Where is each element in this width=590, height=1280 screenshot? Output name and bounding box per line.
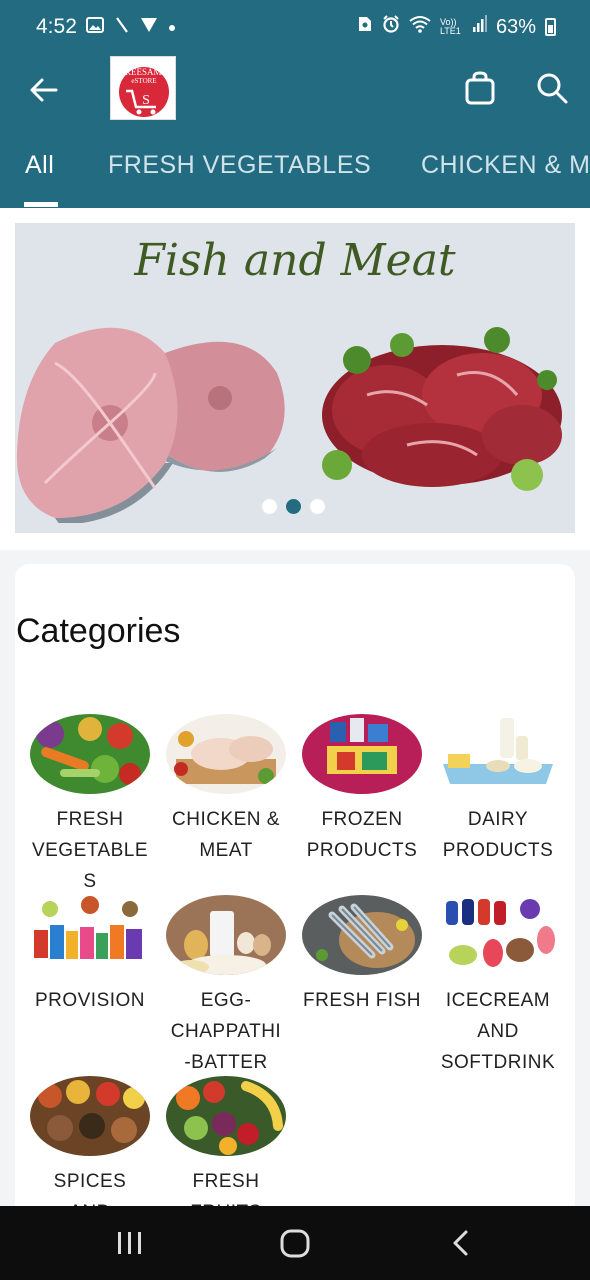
category-label-line: -BATTER (184, 1052, 268, 1073)
category-label: ICECREAM AND SOFTDRINK (430, 985, 566, 1078)
category-label-line: PRODUCTS (306, 840, 418, 861)
battery-percent: 63% (495, 15, 536, 38)
battery-icon (545, 18, 556, 36)
shopping-bag-icon (465, 71, 495, 105)
signal-icon (472, 15, 487, 39)
status-left-icons (86, 16, 176, 39)
fruits-icon (166, 1076, 286, 1156)
spices-icon (30, 1076, 150, 1156)
search-icon (537, 73, 568, 104)
banner-section: Fish and Meat (0, 208, 590, 550)
category-label-line: CHAPPATHI (170, 1021, 282, 1042)
category-label: CHICKEN & MEAT (158, 804, 294, 866)
tab-indicator (24, 202, 58, 207)
home-button[interactable] (273, 1228, 317, 1260)
category-label: PROVISION (22, 985, 158, 1016)
category-label-line: FROZEN (321, 809, 403, 830)
category-fresh-vegetables[interactable]: FRESH VEGETABLE S (22, 714, 158, 897)
category-label-line: AND (477, 1021, 519, 1042)
category-label-line: PROVISION (34, 990, 146, 1011)
category-label-line: SOFTDRINK (440, 1052, 556, 1073)
category-label: EGG- CHAPPATHI -BATTER (158, 985, 294, 1078)
carousel-dot-3[interactable] (310, 499, 325, 514)
slash-icon (114, 16, 130, 39)
cart-button[interactable] (463, 70, 497, 106)
carousel-dots (262, 499, 325, 514)
dairy-icon (438, 714, 558, 794)
carousel-dot-1[interactable] (262, 499, 277, 514)
network-label: Vo)) LTE1 (439, 17, 461, 36)
store-logo[interactable]: SREESAMA eSTORE S (110, 56, 176, 120)
logo-line-1: SREESAMA (119, 67, 168, 77)
arrow-left-icon (30, 78, 58, 102)
recents-icon (118, 1232, 141, 1254)
sim-icon (357, 15, 373, 39)
tab-chicken-meat[interactable]: CHICKEN & M (421, 151, 590, 180)
system-back-button[interactable] (438, 1228, 482, 1260)
status-bar: 4:52 Vo)) LTE1 63% (0, 0, 590, 56)
banner-title: Fish and Meat (134, 235, 456, 286)
home-icon (280, 1229, 310, 1258)
category-label-line: ICECREAM (445, 990, 551, 1011)
category-label-line: S (83, 871, 97, 892)
logo-line-2: eSTORE (131, 77, 157, 85)
category-label: FRESH VEGETABLE S (22, 804, 158, 897)
category-label-line: PRODUCTS (442, 840, 554, 861)
back-button[interactable] (26, 72, 62, 108)
fish-icon (302, 895, 422, 975)
category-label: DAIRY PRODUCTS (430, 804, 566, 866)
back-icon (453, 1230, 468, 1256)
category-fresh-fish[interactable]: FRESH FISH (294, 895, 430, 1016)
promo-banner[interactable]: Fish and Meat (15, 223, 575, 533)
dot-icon (168, 19, 176, 37)
category-dairy-products[interactable]: DAIRY PRODUCTS (430, 714, 566, 866)
category-tabs: All FRESH VEGETABLES CHICKEN & M (0, 148, 590, 208)
status-time: 4:52 (36, 15, 77, 38)
category-egg-chappathi-batter[interactable]: EGG- CHAPPATHI -BATTER (158, 895, 294, 1078)
frozen-products-icon (302, 714, 422, 794)
category-label-line: FRESH (192, 1171, 260, 1192)
provision-icon (30, 895, 150, 975)
status-right-icons: Vo)) LTE1 63% (357, 15, 556, 39)
search-button[interactable] (535, 70, 569, 106)
wifi-icon (409, 15, 431, 39)
vegetables-icon (30, 714, 150, 794)
category-label-line: MEAT (199, 840, 253, 861)
tab-fresh-vegetables[interactable]: FRESH VEGETABLES (108, 151, 371, 180)
icecream-icon (438, 895, 558, 975)
categories-card: Categories FRESH VEGETABLE S CHICKEN & M… (15, 564, 575, 1224)
egg-icon (166, 895, 286, 975)
category-label: FRESH FISH (294, 985, 430, 1016)
image-icon (86, 17, 104, 38)
tab-all[interactable]: All (25, 151, 54, 180)
carousel-dot-2[interactable] (286, 499, 301, 514)
app-bar: SREESAMA eSTORE S All FRESH VEGETABLES C… (0, 56, 590, 208)
system-nav-bar (0, 1206, 590, 1280)
category-label-line: VEGETABLE (31, 840, 149, 861)
filter-icon (140, 17, 158, 38)
category-frozen-products[interactable]: FROZEN PRODUCTS (294, 714, 430, 866)
category-provision[interactable]: PROVISION (22, 895, 158, 1016)
meat-image (322, 327, 562, 491)
categories-title: Categories (16, 612, 181, 650)
category-icecream-softdrink[interactable]: ICECREAM AND SOFTDRINK (430, 895, 566, 1078)
category-label: FROZEN PRODUCTS (294, 804, 430, 866)
category-chicken-meat[interactable]: CHICKEN & MEAT (158, 714, 294, 866)
category-label-line: DAIRY (467, 809, 529, 830)
category-label-line: EGG- (200, 990, 252, 1011)
category-label-line: FRESH FISH (303, 990, 421, 1011)
category-label-line: CHICKEN & (172, 809, 280, 830)
recents-button[interactable] (108, 1228, 152, 1260)
svg-text:S: S (142, 93, 150, 108)
fish-steak-image (16, 327, 285, 523)
chicken-icon (166, 714, 286, 794)
alarm-icon (382, 15, 400, 39)
logo-text: SREESAMA eSTORE (111, 68, 177, 86)
cart-icon: S (126, 89, 156, 115)
category-label-line: SPICES (53, 1171, 127, 1192)
category-label-line: FRESH (56, 809, 124, 830)
